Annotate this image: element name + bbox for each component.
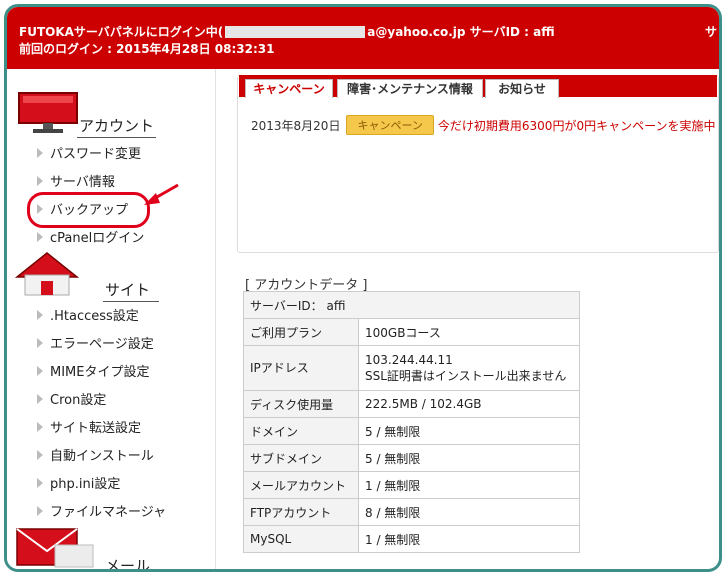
envelope-icon — [16, 528, 94, 568]
monitor-icon — [18, 92, 78, 133]
row-key: ドメイン — [243, 417, 359, 445]
triangle-icon — [37, 422, 43, 432]
pointer-arrow-icon — [144, 183, 179, 205]
sidebar-item-file-manager[interactable]: ファイルマネージャ — [37, 501, 166, 520]
sidebar-item-label: MIMEタイプ設定 — [50, 365, 150, 380]
login-status: FUTOKAサーバパネルにログイン中( a@yahoo.co.jp サーバID :… — [19, 23, 555, 40]
sidebar-item-label: サイト転送設定 — [50, 421, 142, 436]
triangle-icon — [37, 338, 43, 348]
sidebar-item-php-ini[interactable]: php.ini設定 — [37, 473, 120, 492]
news-tabs: キャンペーン 障害･メンテナンス情報 お知らせ — [239, 75, 717, 98]
table-row: ご利用プラン 100GBコース — [243, 318, 580, 346]
triangle-icon — [37, 232, 43, 242]
row-key: ご利用プラン — [243, 318, 359, 346]
last-login: 前回のログイン : 2015年4月28日 08:32:31 — [19, 42, 275, 56]
row-value: 5 / 無制限 — [358, 417, 580, 445]
triangle-icon — [37, 450, 43, 460]
sidebar-item-auto-install[interactable]: 自動インストール — [37, 445, 154, 464]
table-row: サブドメイン 5 / 無制限 — [243, 444, 580, 472]
sidebar-item-server-info[interactable]: サーバ情報 — [37, 171, 115, 190]
sidebar-item-label: Cron設定 — [50, 393, 107, 408]
sidebar-item-label: .Htaccess設定 — [50, 309, 139, 324]
row-key: ディスク使用量 — [243, 390, 359, 418]
sidebar-item-htaccess[interactable]: .Htaccess設定 — [37, 305, 139, 324]
header-right-text: サ — [704, 25, 717, 39]
account-data-table: サーバーID： affi ご利用プラン 100GBコース IPアドレス 103.… — [243, 291, 580, 553]
row-value: 1 / 無制限 — [358, 471, 580, 499]
table-row: FTPアカウント 8 / 無制限 — [243, 498, 580, 526]
table-row: メールアカウント 1 / 無制限 — [243, 471, 580, 499]
news-item: 2013年8月20日 キャンペーン 今だけ初期費用6300円が0円キャンペーンを実施… — [251, 115, 715, 135]
account-section-title: アカウント — [77, 115, 157, 138]
sidebar-item-label: 自動インストール — [50, 449, 154, 464]
sidebar-item-cron[interactable]: Cron設定 — [37, 389, 106, 408]
table-row: サーバーID： affi — [243, 291, 580, 319]
row-value: 103.244.44.11 SSL証明書はインストール出来ません — [358, 345, 580, 391]
row-value: 1 / 無制限 — [358, 525, 580, 553]
row-value: 5 / 無制限 — [358, 444, 580, 472]
screenshot-frame: FUTOKAサーバパネルにログイン中( a@yahoo.co.jp サーバID :… — [4, 4, 722, 572]
row-value: 222.5MB / 102.4GB — [358, 390, 580, 418]
news-panel — [237, 75, 719, 253]
sidebar-item-error-page[interactable]: エラーページ設定 — [37, 333, 154, 352]
row-value: 8 / 無制限 — [358, 498, 580, 526]
sidebar-item-password[interactable]: パスワード変更 — [37, 143, 141, 162]
sidebar: アカウント パスワード変更 サーバ情報 バックアップ cPanelログイン サイ… — [7, 69, 216, 569]
news-link[interactable]: 今だけ初期費用6300円が0円キャンペーンを実施中 — [438, 119, 716, 133]
row-value: 100GBコース — [358, 318, 580, 346]
campaign-badge[interactable]: キャンペーン — [346, 115, 434, 135]
ssl-note: SSL証明書はインストール出来ません — [365, 369, 567, 383]
table-row: ドメイン 5 / 無制限 — [243, 417, 580, 445]
tab-campaign[interactable]: キャンペーン — [245, 79, 333, 98]
highlight-circle — [27, 192, 150, 228]
row-key: MySQL — [243, 525, 359, 553]
row-key: FTPアカウント — [243, 498, 359, 526]
row-key: IPアドレス — [243, 345, 359, 391]
sidebar-item-mime[interactable]: MIMEタイプ設定 — [37, 361, 149, 380]
triangle-icon — [37, 394, 43, 404]
table-row: MySQL 1 / 無制限 — [243, 525, 580, 553]
sidebar-item-cpanel[interactable]: cPanelログイン — [37, 227, 144, 246]
sidebar-item-label: cPanelログイン — [50, 231, 145, 246]
sidebar-item-label: パスワード変更 — [50, 147, 142, 162]
server-id-cell: サーバーID： affi — [243, 291, 580, 319]
triangle-icon — [37, 478, 43, 488]
table-row: IPアドレス 103.244.44.11 SSL証明書はインストール出来ません — [243, 345, 580, 391]
header-bar: FUTOKAサーバパネルにログイン中( a@yahoo.co.jp サーバID :… — [7, 7, 719, 69]
sidebar-item-label: ファイルマネージャ — [50, 505, 167, 520]
triangle-icon — [37, 176, 43, 186]
sidebar-item-redirect[interactable]: サイト転送設定 — [37, 417, 141, 436]
sidebar-item-label: php.ini設定 — [50, 477, 121, 492]
redacted-email — [225, 26, 366, 38]
mail-section-title: メール — [103, 555, 152, 569]
news-date: 2013年8月20日 — [251, 119, 341, 133]
triangle-icon — [37, 506, 43, 516]
row-key: メールアカウント — [243, 471, 359, 499]
triangle-icon — [37, 366, 43, 376]
table-row: ディスク使用量 222.5MB / 102.4GB — [243, 390, 580, 418]
sidebar-item-label: エラーページ設定 — [50, 337, 154, 352]
main-content: キャンペーン 障害･メンテナンス情報 お知らせ 2013年8月20日 キャンペーン… — [217, 69, 719, 569]
tab-maintenance[interactable]: 障害･メンテナンス情報 — [337, 79, 483, 98]
house-icon — [15, 252, 79, 296]
sidebar-item-label: サーバ情報 — [50, 175, 115, 190]
row-key: サブドメイン — [243, 444, 359, 472]
ip-address-value: 103.244.44.11 — [365, 353, 453, 367]
tab-notice[interactable]: お知らせ — [485, 79, 559, 98]
triangle-icon — [37, 148, 43, 158]
login-status-prefix: FUTOKAサーバパネルにログイン中( — [19, 25, 224, 39]
triangle-icon — [37, 310, 43, 320]
login-status-suffix: a@yahoo.co.jp サーバID : affi — [367, 25, 555, 39]
site-section-title: サイト — [103, 279, 159, 302]
